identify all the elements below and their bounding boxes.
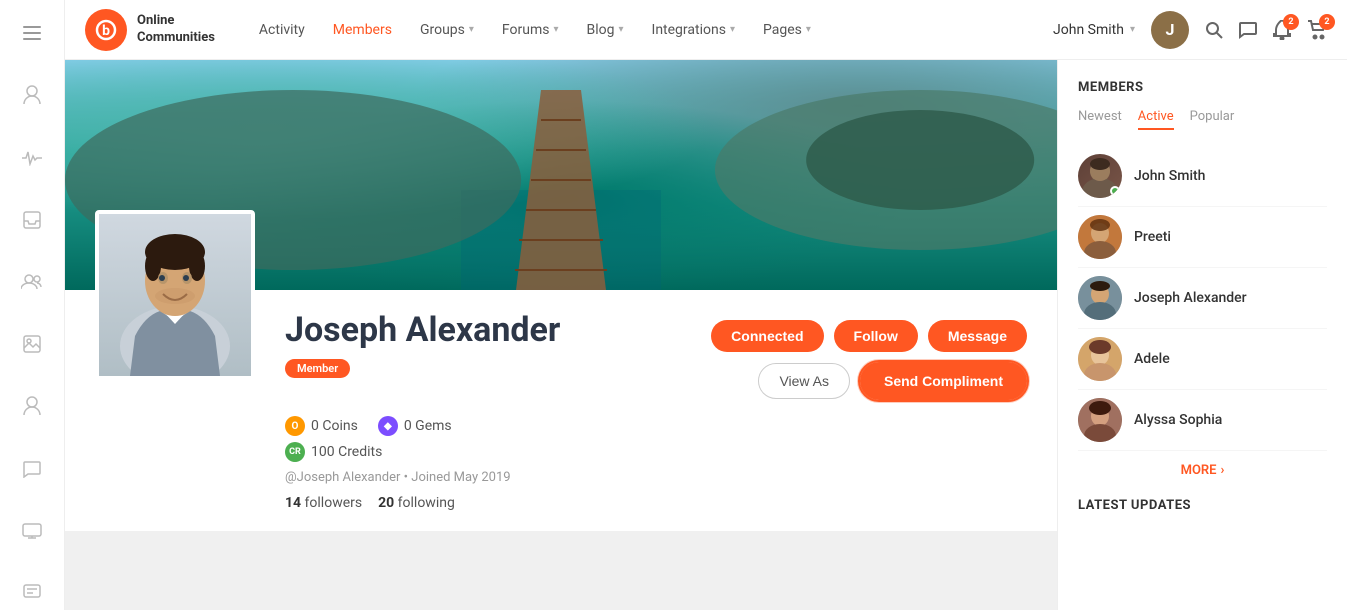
more-arrow-icon: ›	[1221, 463, 1225, 478]
member-avatar-alyssa	[1078, 398, 1122, 442]
chat-alt-icon[interactable]	[14, 576, 50, 610]
credits-row: CR 100 Credits	[285, 442, 1027, 462]
followers-row: 14 followers 20 following	[285, 495, 1027, 511]
member-avatar-joseph	[1078, 276, 1122, 320]
tab-active[interactable]: Active	[1138, 109, 1174, 130]
nav-links: Activity Members Groups ▾ Forums ▾ Blog …	[245, 0, 1053, 60]
member-name-adele: Adele	[1134, 351, 1170, 367]
coins-icon: O	[285, 416, 305, 436]
nav-item-blog[interactable]: Blog ▾	[573, 0, 638, 60]
list-item[interactable]: Joseph Alexander	[1078, 268, 1327, 329]
cart-badge: 2	[1319, 14, 1335, 30]
search-button[interactable]	[1205, 21, 1223, 39]
more-members-link[interactable]: MORE ›	[1078, 463, 1327, 478]
primary-action-row: Connected Follow Message	[711, 320, 1027, 352]
profile-avatar	[95, 210, 255, 380]
profile-handle: @Joseph Alexander • Joined May 2019	[285, 470, 1027, 485]
message-button[interactable]: Message	[928, 320, 1027, 352]
chat-icon[interactable]	[14, 451, 50, 485]
logo-icon: b	[85, 9, 127, 51]
integrations-chevron-icon: ▾	[730, 24, 735, 35]
gems-item: ◆ 0 Gems	[378, 416, 452, 436]
group-icon[interactable]	[14, 265, 50, 299]
profile-section: Joseph Alexander Member Connected Follow…	[65, 290, 1057, 531]
following-count[interactable]: 20 following	[378, 495, 455, 511]
send-compliment-button[interactable]: Send Compliment	[860, 362, 1027, 400]
members-tabs: Newest Active Popular	[1078, 109, 1327, 130]
profile-name: Joseph Alexander	[285, 310, 691, 351]
list-item[interactable]: Adele	[1078, 329, 1327, 390]
tab-popular[interactable]: Popular	[1190, 109, 1235, 130]
user-profile-icon[interactable]	[14, 78, 50, 112]
nav-item-groups[interactable]: Groups ▾	[406, 0, 488, 60]
center-content: Joseph Alexander Member Connected Follow…	[65, 60, 1057, 610]
followers-count[interactable]: 14 followers	[285, 495, 362, 511]
nav-item-pages[interactable]: Pages ▾	[749, 0, 825, 60]
menu-icon[interactable]	[14, 16, 50, 50]
list-item[interactable]: Alyssa Sophia	[1078, 390, 1327, 451]
notification-badge: 2	[1283, 14, 1299, 30]
follow-button[interactable]: Follow	[834, 320, 918, 352]
nav-item-activity[interactable]: Activity	[245, 0, 319, 60]
inbox-icon[interactable]	[14, 203, 50, 237]
blog-chevron-icon: ▾	[618, 24, 623, 35]
svg-text:b: b	[102, 23, 110, 39]
logo-text: Online Communities	[137, 13, 215, 47]
monitor-icon[interactable]	[14, 514, 50, 548]
coins-row: O 0 Coins ◆ 0 Gems	[285, 416, 1027, 436]
main-wrapper: b Online Communities Activity Members Gr…	[65, 0, 1347, 610]
members-section-title: MEMBERS	[1078, 80, 1327, 95]
profile-name-area: Joseph Alexander Member	[285, 310, 691, 378]
pages-chevron-icon: ▾	[806, 24, 811, 35]
right-sidebar: MEMBERS Newest Active Popular John S	[1057, 60, 1347, 610]
left-sidebar	[0, 0, 65, 610]
nav-item-integrations[interactable]: Integrations ▾	[638, 0, 749, 60]
profile-avatar-image	[99, 214, 251, 376]
notifications-button[interactable]: 2	[1273, 20, 1291, 40]
secondary-action-row: View As Send Compliment	[758, 362, 1027, 400]
activity-icon[interactable]	[14, 140, 50, 174]
list-item[interactable]: Preeti	[1078, 207, 1327, 268]
user-avatar[interactable]: J	[1151, 11, 1189, 49]
member-avatar-john	[1078, 154, 1122, 198]
cart-button[interactable]: 2	[1307, 20, 1327, 40]
list-item[interactable]: John Smith	[1078, 146, 1327, 207]
view-as-button[interactable]: View As	[758, 363, 850, 399]
logo-area[interactable]: b Online Communities	[85, 9, 215, 51]
tab-newest[interactable]: Newest	[1078, 109, 1122, 130]
member-name-preeti: Preeti	[1134, 229, 1171, 245]
latest-updates-title: LATEST UPDATES	[1078, 498, 1327, 513]
groups-chevron-icon: ▾	[469, 24, 474, 35]
credits-icon: CR	[285, 442, 305, 462]
member-avatar-preeti	[1078, 215, 1122, 259]
member-name-john: John Smith	[1134, 168, 1205, 184]
user-menu[interactable]: John Smith ▾	[1053, 22, 1135, 38]
profile-alt-icon[interactable]	[14, 389, 50, 423]
messages-button[interactable]	[1239, 21, 1257, 39]
profile-meta: O 0 Coins ◆ 0 Gems CR 100 Credits @Jose	[95, 400, 1027, 511]
connected-button[interactable]: Connected	[711, 320, 823, 352]
gems-icon: ◆	[378, 416, 398, 436]
coins-item: O 0 Coins	[285, 416, 358, 436]
nav-right: John Smith ▾ J 2	[1053, 11, 1327, 49]
nav-item-members[interactable]: Members	[319, 0, 406, 60]
forums-chevron-icon: ▾	[553, 24, 558, 35]
member-avatar-adele	[1078, 337, 1122, 381]
online-indicator	[1110, 186, 1120, 196]
media-icon[interactable]	[14, 327, 50, 361]
top-navigation: b Online Communities Activity Members Gr…	[65, 0, 1347, 60]
content-row: Joseph Alexander Member Connected Follow…	[65, 60, 1347, 610]
nav-item-forums[interactable]: Forums ▾	[488, 0, 573, 60]
member-badge: Member	[285, 359, 350, 378]
member-name-alyssa: Alyssa Sophia	[1134, 412, 1222, 428]
profile-actions: Connected Follow Message View As Send Co…	[711, 310, 1027, 400]
member-name-joseph: Joseph Alexander	[1134, 290, 1247, 306]
